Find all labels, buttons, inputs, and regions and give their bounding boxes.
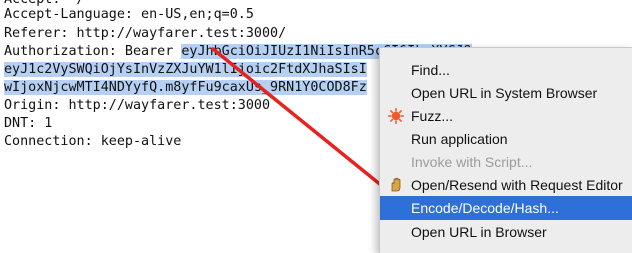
fuzz-starburst-icon xyxy=(388,108,404,124)
menu-item-open-resend-request-editor[interactable]: Open/Resend with Request Editor xyxy=(380,173,632,197)
auth-token-selected-2[interactable]: eyJ1c2VySWQiOjYsInVzZXJuYW1lIjoic2FtdXJh… xyxy=(4,62,367,77)
menu-item-encode-decode-hash[interactable]: Encode/Decode/Hash... xyxy=(380,196,632,220)
header-line-referer: Referer: http://wayfarer.test:3000/ xyxy=(4,26,287,41)
header-line-origin: Origin: http://wayfarer.test:3000 xyxy=(4,98,271,113)
hand-icon xyxy=(391,177,401,192)
header-line-auth-token-3: wIjoxNjcwMTI4NDYyfQ.m8yfFu9caxUs_9RN1Y0C… xyxy=(4,78,367,98)
header-line-auth-token-2: eyJ1c2VySWQiOjYsInVzZXJuYW1lIjoic2FtdXJh… xyxy=(4,60,367,80)
header-line-connection: Connection: keep-alive xyxy=(4,134,182,149)
menu-item-open-url-in-browser[interactable]: Open URL in Browser xyxy=(380,220,632,244)
auth-prefix: Authorization: Bearer xyxy=(4,44,182,59)
menu-item-invoke-with-script: Invoke with Script... xyxy=(411,154,533,170)
context-menu: Find... Open URL in System Browser Fuzz.… xyxy=(379,47,632,253)
header-line-accept-language: Accept-Language: en-US,en;q=0.5 xyxy=(4,7,254,22)
menu-item-fuzz[interactable]: Fuzz... xyxy=(380,104,632,128)
menu-item-find[interactable]: Find... xyxy=(380,58,632,82)
auth-token-selected-3[interactable]: wIjoxNjcwMTI4NDYyfQ.m8yfFu9caxUs_9RN1Y0C… xyxy=(4,80,367,95)
header-line-dnt: DNT: 1 xyxy=(4,116,53,131)
menu-item-open-url-system-browser[interactable]: Open URL in System Browser xyxy=(380,81,632,105)
menu-item-run-application[interactable]: Run application xyxy=(380,127,632,151)
